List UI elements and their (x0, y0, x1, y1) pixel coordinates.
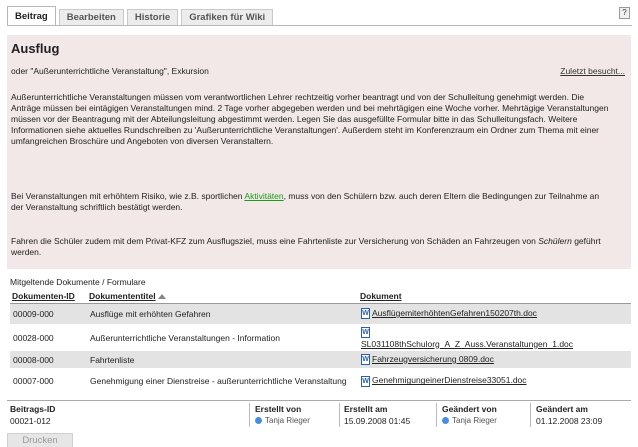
meta-article-id: Beitrags-ID 00021-012 (10, 404, 56, 426)
column-document-id[interactable]: Dokumenten-ID (10, 289, 87, 304)
help-icon[interactable]: ? (619, 7, 630, 19)
meta-changed-at: Geändert am 01.12.2008 23:09 (536, 404, 603, 426)
p3-text-before: Fahren die Schüler zudem mit dem Privat-… (11, 236, 539, 246)
article-paragraph-3: Fahren die Schüler zudem mit dem Privat-… (11, 236, 611, 258)
article-paragraph-2: Bei Veranstaltungen mit erhöhtem Risiko,… (11, 191, 611, 213)
documents-heading: Mitgeltende Dokumente / Formulare (10, 277, 146, 287)
sort-ascending-icon (157, 294, 166, 299)
table-row: 00009-000 Ausflüge mit erhöhten Gefahren… (10, 303, 631, 324)
documents-table: Dokumenten-ID Dokumententitel Dokument 0… (10, 289, 631, 394)
table-row: 00028-000 Außerunterrichtliche Veranstal… (10, 324, 631, 351)
document-file[interactable]: AusflügemiterhöhtenGefahren150207th.doc (358, 303, 631, 324)
document-file[interactable]: GenehmigungeinerDienstreise33051.doc (358, 368, 631, 394)
user-icon (255, 417, 262, 425)
print-button[interactable]: Drucken (7, 433, 73, 447)
recently-visited-link[interactable]: Zuletzt besucht... (560, 66, 625, 76)
article-subtitle: oder "Außerunterrichtliche Veranstaltung… (11, 66, 209, 76)
document-id: 00007-000 (10, 368, 87, 394)
meta-changed-by: Geändert von Tanja Rieger (442, 404, 497, 425)
meta-created-at: Erstellt am 15.09.2008 01:45 (344, 404, 411, 426)
document-id: 00009-000 (10, 303, 87, 324)
word-document-icon (361, 375, 370, 387)
word-document-icon (361, 354, 370, 366)
document-title: Ausflüge mit erhöhten Gefahren (87, 303, 358, 324)
meta-separator (249, 403, 250, 427)
user-icon (442, 417, 449, 425)
document-title: Fahrtenliste (87, 351, 358, 368)
p3-italic: Schülern (538, 236, 572, 246)
tab-bar: Beitrag Bearbeiten Historie Grafiken für… (7, 6, 276, 26)
tab-divider (7, 25, 632, 26)
meta-separator (530, 403, 531, 427)
document-id: 00028-000 (10, 324, 87, 351)
article-panel: Ausflug oder "Außerunterrichtliche Veran… (7, 35, 631, 269)
document-title: Außerunterrichtliche Veranstaltungen - I… (87, 324, 358, 351)
document-file[interactable]: Fahrzeugversicherung 0809.doc (358, 351, 631, 368)
meta-created-by: Erstellt von Tanja Rieger (255, 404, 310, 425)
activities-link[interactable]: Aktivitäten (244, 191, 283, 201)
table-row: 00008-000 Fahrtenliste Fahrzeugversicher… (10, 351, 631, 368)
word-document-icon (361, 308, 370, 320)
document-file[interactable]: SL031108thSchulorg_A_Z_Auss.Veranstaltun… (358, 324, 631, 351)
tab-grafiken[interactable]: Grafiken für Wiki (181, 9, 274, 26)
word-document-icon (361, 326, 370, 338)
document-id: 00008-000 (10, 351, 87, 368)
column-document-title[interactable]: Dokumententitel (87, 289, 358, 304)
meta-separator (436, 403, 437, 427)
column-document-file[interactable]: Dokument (358, 289, 631, 304)
meta-separator (339, 403, 340, 427)
table-row: 00007-000 Genehmigung einer Dienstreise … (10, 368, 631, 394)
meta-divider (7, 400, 631, 401)
p2-text-before: Bei Veranstaltungen mit erhöhtem Risiko,… (11, 191, 245, 201)
tab-bearbeiten[interactable]: Bearbeiten (58, 9, 124, 26)
tab-historie[interactable]: Historie (126, 9, 179, 26)
article-paragraph-1: Außerunterrichtliche Veranstaltungen müs… (11, 92, 609, 146)
document-title: Genehmigung einer Dienstreise - außerunt… (87, 368, 358, 394)
page-title: Ausflug (11, 41, 60, 56)
tab-beitrag[interactable]: Beitrag (7, 6, 56, 26)
